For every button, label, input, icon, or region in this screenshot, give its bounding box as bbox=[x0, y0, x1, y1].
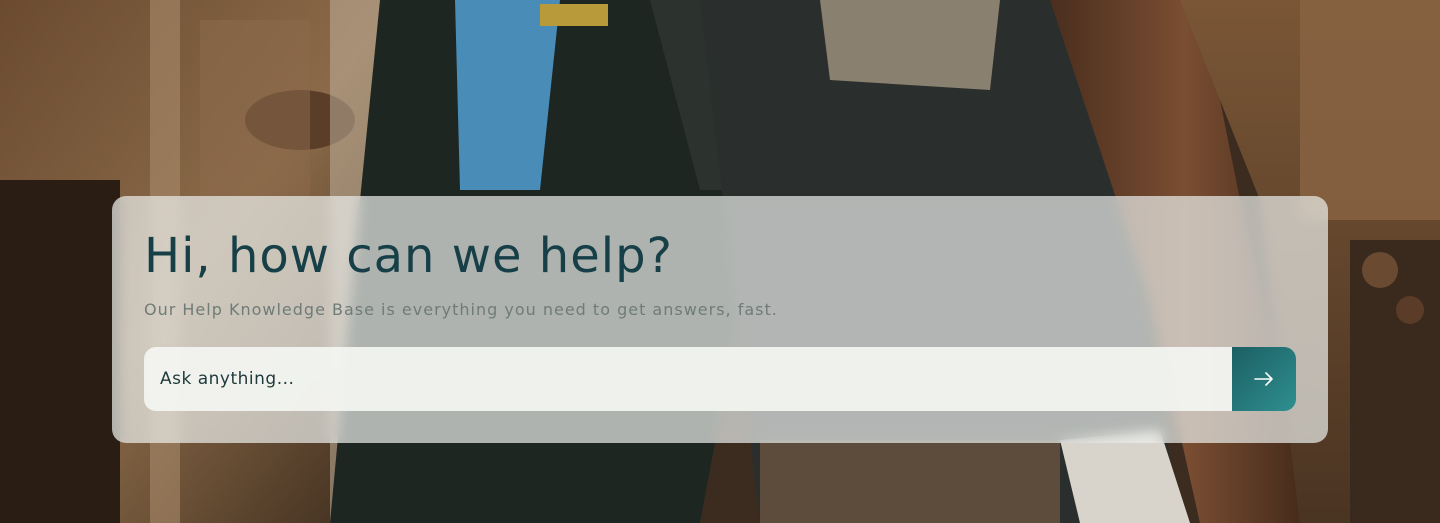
search-form bbox=[144, 347, 1296, 411]
search-panel: Hi, how can we help? Our Help Knowledge … bbox=[112, 196, 1328, 443]
page-title: Hi, how can we help? bbox=[144, 228, 674, 284]
search-input[interactable] bbox=[144, 347, 1232, 411]
help-hero: Hi, how can we help? Our Help Knowledge … bbox=[0, 0, 1440, 523]
search-submit-button[interactable] bbox=[1232, 347, 1296, 411]
arrow-right-icon bbox=[1254, 372, 1273, 386]
page-subtitle: Our Help Knowledge Base is everything yo… bbox=[144, 300, 778, 319]
